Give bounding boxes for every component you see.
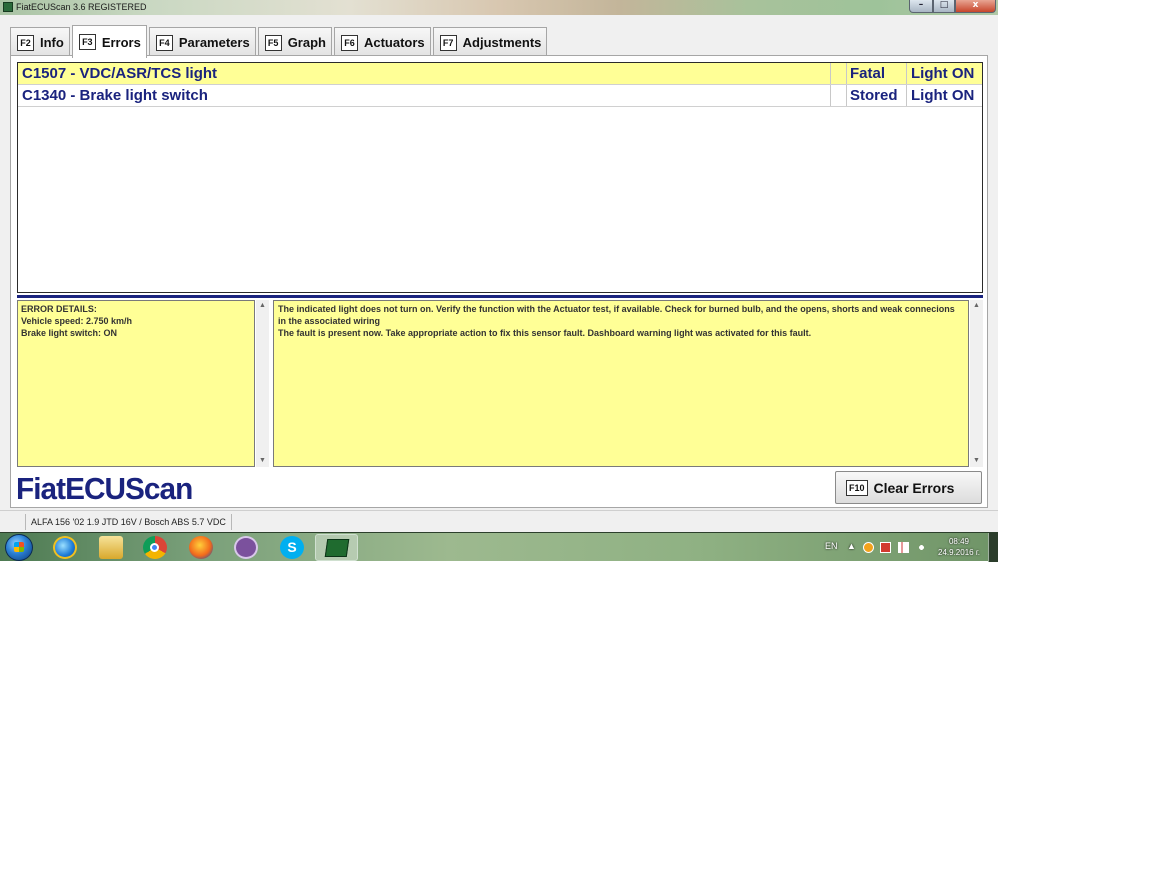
error-code: C1340 - Brake light switch [18, 85, 831, 106]
error-list[interactable]: C1507 - VDC/ASR/TCS light Fatal Light ON… [17, 62, 983, 293]
error-flag-cell [831, 63, 847, 84]
tab-actuators[interactable]: F6 Actuators [333, 27, 431, 57]
file-explorer-icon[interactable] [99, 536, 123, 559]
window-controls: – □ x [909, 0, 996, 14]
tab-key: F4 [155, 34, 173, 51]
tray-app-icon[interactable] [863, 542, 874, 553]
panel-splitter[interactable] [17, 295, 983, 298]
fiatecuscan-icon [324, 539, 350, 557]
button-key: F10 [846, 479, 868, 496]
tab-graph[interactable]: F5 Graph [257, 27, 332, 57]
status-bar: ALFA 156 '02 1.9 JTD 16V / Bosch ABS 5.7… [0, 510, 998, 532]
chrome-center-icon [150, 543, 159, 552]
details-heading: ERROR DETAILS: [21, 304, 97, 314]
error-row[interactable]: C1340 - Brake light switch Stored Light … [18, 85, 982, 107]
minimize-button[interactable]: – [909, 0, 933, 13]
scroll-down-icon[interactable]: ▼ [256, 456, 269, 466]
app-window: FiatECUScan 3.6 REGISTERED – □ x F2 Info… [0, 0, 998, 562]
scroll-up-icon[interactable]: ▲ [256, 301, 269, 311]
vehicle-status: ALFA 156 '02 1.9 JTD 16V / Bosch ABS 5.7… [25, 514, 232, 530]
taskbar-active-app[interactable] [315, 534, 358, 561]
error-status: Stored [847, 85, 907, 106]
tab-key: F2 [17, 34, 34, 51]
tab-bar: F2 Info F3 Errors F4 Parameters F5 Graph… [10, 25, 549, 58]
clock-date: 24.9.2016 г. [938, 548, 980, 557]
tray-security-icon[interactable] [880, 542, 891, 553]
description-line: The indicated light does not turn on. Ve… [278, 304, 955, 326]
tab-key: F7 [439, 34, 457, 51]
error-row[interactable]: C1507 - VDC/ASR/TCS light Fatal Light ON [18, 63, 982, 85]
clear-errors-button[interactable]: F10 Clear Errors [835, 471, 982, 504]
firefox-icon[interactable] [189, 536, 213, 559]
error-light: Light ON [911, 87, 975, 104]
chrome-icon[interactable] [143, 536, 167, 559]
clock-time: 08:49 [948, 537, 970, 546]
error-details-box[interactable]: ERROR DETAILS: Vehicle speed: 2.750 km/h… [17, 300, 255, 467]
close-button[interactable]: x [955, 0, 996, 13]
start-button[interactable] [5, 534, 33, 561]
tray-expand-icon[interactable]: ▲ [847, 541, 856, 551]
tab-label: Parameters [178, 35, 250, 50]
details-line: Vehicle speed: 2.750 km/h [21, 316, 133, 326]
volume-icon[interactable] [916, 542, 927, 553]
internet-explorer-icon[interactable] [53, 536, 77, 559]
language-indicator[interactable]: EN [825, 541, 838, 551]
taskbar: S EN ▲ 08:49 24.9.2016 г. [0, 532, 998, 562]
app-icon [3, 2, 13, 12]
tab-parameters[interactable]: F4 Parameters [148, 27, 256, 57]
tab-adjustments[interactable]: F7 Adjustments [432, 27, 548, 57]
tab-errors[interactable]: F3 Errors [71, 25, 147, 58]
tab-label: Graph [287, 35, 326, 50]
tab-label: Info [40, 35, 64, 50]
error-light: Light ON [911, 65, 975, 82]
description-scrollbar[interactable]: ▲ ▼ [970, 300, 983, 467]
skype-icon[interactable]: S [280, 536, 304, 559]
tab-label: Adjustments [462, 35, 542, 50]
system-clock[interactable]: 08:49 24.9.2016 г. [934, 536, 984, 558]
details-scrollbar[interactable]: ▲ ▼ [256, 300, 269, 467]
tab-key: F6 [340, 34, 358, 51]
description-line: The fault is present now. Take appropria… [278, 328, 812, 338]
tab-label: Errors [101, 34, 141, 50]
scroll-up-icon[interactable]: ▲ [970, 301, 983, 311]
error-flag-cell [831, 85, 847, 106]
details-line: Brake light switch: ON [21, 328, 118, 338]
error-status: Fatal [847, 63, 907, 84]
show-desktop-button[interactable] [988, 533, 998, 562]
fiatecuscan-logo: FiatECUScan [16, 471, 193, 506]
error-code: C1507 - VDC/ASR/TCS light [18, 63, 831, 84]
maximize-button[interactable]: □ [933, 0, 955, 13]
viber-icon[interactable] [234, 536, 258, 559]
window-title: FiatECUScan 3.6 REGISTERED [16, 2, 147, 12]
network-icon[interactable] [898, 542, 909, 553]
tab-info[interactable]: F2 Info [10, 27, 70, 57]
title-bar[interactable]: FiatECUScan 3.6 REGISTERED – □ x [0, 0, 998, 15]
tab-key: F5 [264, 34, 282, 51]
tab-label: Actuators [363, 35, 425, 50]
error-description-box[interactable]: The indicated light does not turn on. Ve… [273, 300, 969, 467]
scroll-down-icon[interactable]: ▼ [970, 456, 983, 466]
errors-panel: C1507 - VDC/ASR/TCS light Fatal Light ON… [10, 55, 988, 508]
tab-key: F3 [78, 34, 96, 50]
button-label: Clear Errors [873, 479, 955, 496]
skype-letter: S [287, 539, 297, 555]
